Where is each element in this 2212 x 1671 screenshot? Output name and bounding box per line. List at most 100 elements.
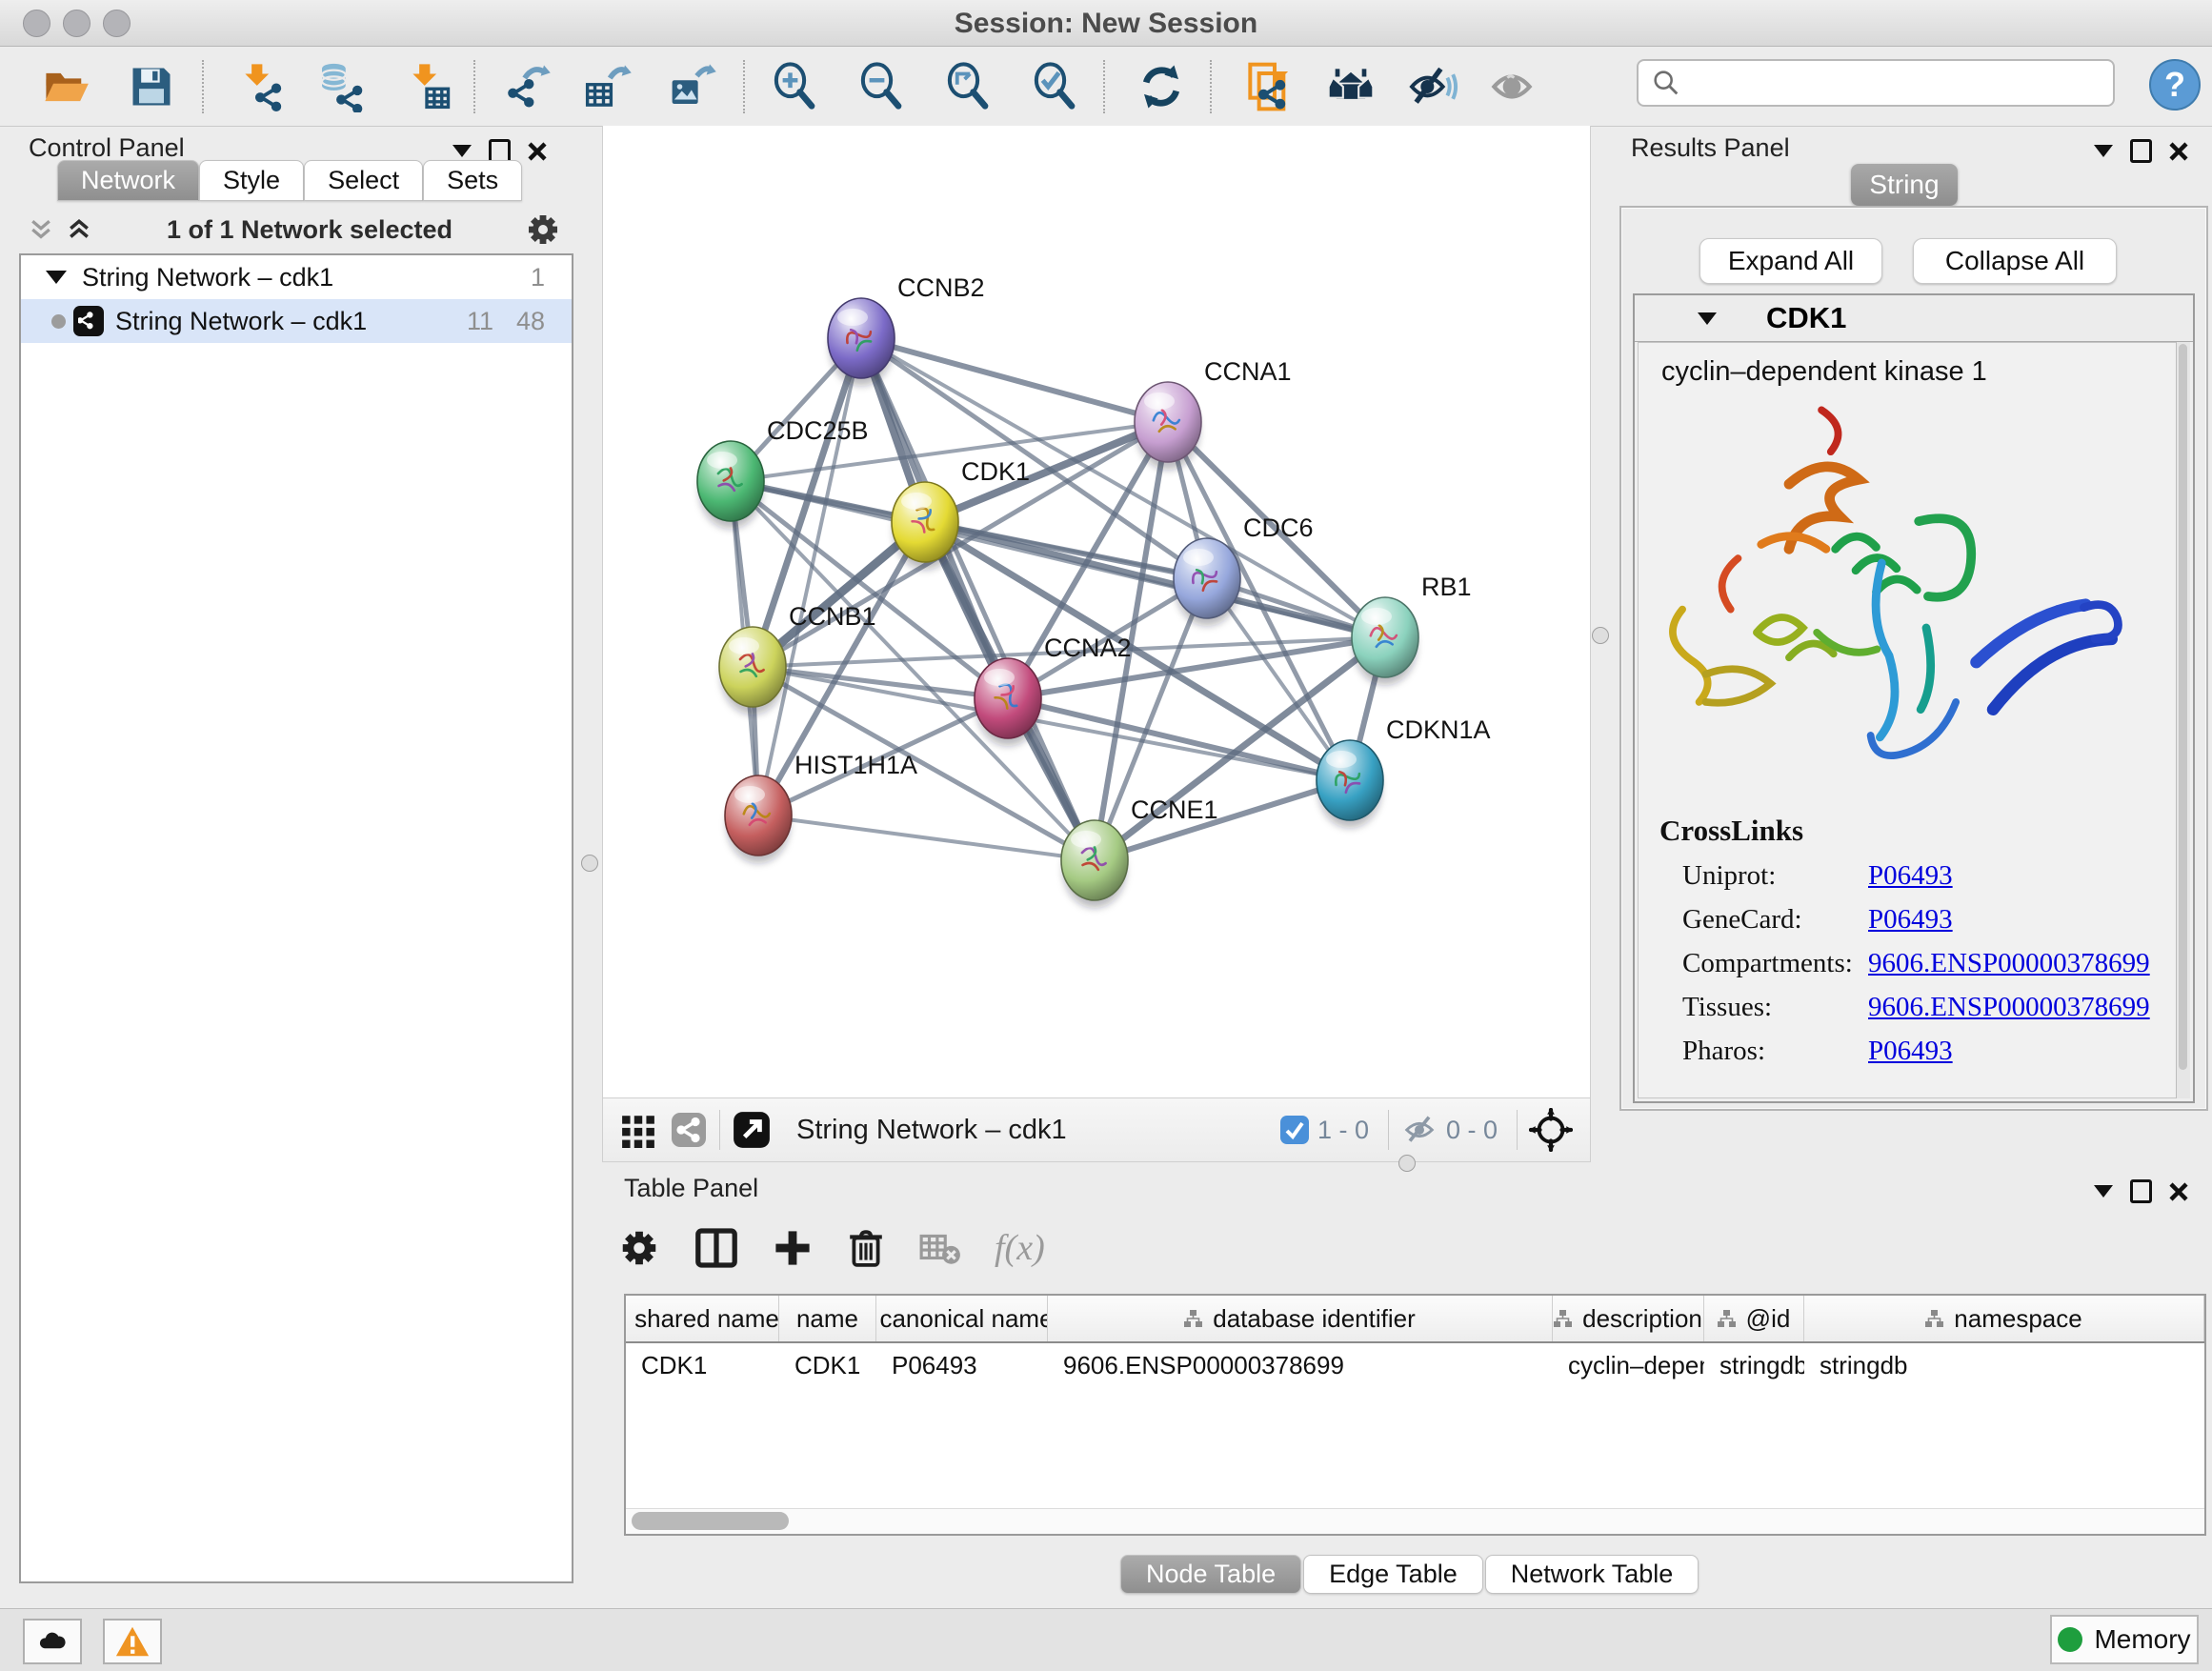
network-row[interactable]: String Network – cdk1 11 48 xyxy=(21,299,572,343)
show-hidden-button[interactable] xyxy=(1484,56,1539,117)
network-node-rb1[interactable]: RB1 xyxy=(1352,573,1472,677)
export-table-button[interactable] xyxy=(580,56,635,117)
selection-summary: 1 of 1 Network selected xyxy=(93,215,526,245)
collapse-all-button[interactable]: Collapse All xyxy=(1913,238,2117,284)
table-cell[interactable]: cyclin–dependent ... xyxy=(1553,1343,1704,1387)
network-node-cdkn1a[interactable]: CDKN1A xyxy=(1317,715,1491,820)
tab-network[interactable]: Network xyxy=(57,160,199,201)
network-node-ccna1[interactable]: CCNA1 xyxy=(1135,357,1292,462)
tree-expander-icon[interactable] xyxy=(46,271,67,284)
function-builder-icon[interactable]: f(x) xyxy=(995,1227,1045,1269)
expand-all-icon[interactable] xyxy=(65,215,93,244)
panel-menu-icon[interactable] xyxy=(2094,145,2113,157)
refresh-button[interactable] xyxy=(1134,56,1189,117)
network-edge[interactable] xyxy=(753,667,1008,698)
zoom-out-button[interactable] xyxy=(854,56,909,117)
cloud-status-button[interactable] xyxy=(23,1619,82,1664)
network-options-gear-icon[interactable] xyxy=(526,212,560,247)
selected-checkbox-icon[interactable] xyxy=(1279,1115,1310,1145)
network-edge[interactable] xyxy=(861,338,1168,422)
node-label-ccnb1: CCNB1 xyxy=(789,602,876,631)
network-view-icon[interactable] xyxy=(670,1111,708,1149)
add-icon[interactable] xyxy=(772,1227,814,1269)
table-cell[interactable]: CDK1 xyxy=(626,1343,779,1387)
tab-node-table[interactable]: Node Table xyxy=(1120,1555,1301,1594)
network-collection-row[interactable]: String Network – cdk1 1 xyxy=(21,255,572,299)
open-session-button[interactable] xyxy=(38,56,93,117)
delete-trash-icon[interactable] xyxy=(846,1228,886,1268)
detach-view-icon[interactable] xyxy=(732,1110,772,1150)
network-edge[interactable] xyxy=(758,338,861,815)
save-session-button[interactable] xyxy=(124,56,179,117)
zoom-in-button[interactable] xyxy=(767,56,822,117)
results-scrollbar[interactable] xyxy=(2176,342,2190,1098)
hidden-eye-icon[interactable] xyxy=(1400,1111,1438,1149)
network-edge[interactable] xyxy=(758,815,1095,860)
birdseye-icon[interactable] xyxy=(1529,1108,1573,1152)
grid-view-icon[interactable] xyxy=(620,1112,656,1148)
expand-all-button[interactable]: Expand All xyxy=(1699,238,1882,284)
table-cell[interactable]: P06493 xyxy=(876,1343,1048,1387)
crosslink-value-link[interactable]: P06493 xyxy=(1868,1036,1953,1067)
crosslink-value-link[interactable]: P06493 xyxy=(1868,904,1953,936)
export-image-button[interactable] xyxy=(665,56,720,117)
tab-style[interactable]: Style xyxy=(199,160,304,201)
crosslink-value-link[interactable]: 9606.ENSP00000378699 xyxy=(1868,992,2150,1023)
column-header-canonical-name[interactable]: canonical name xyxy=(876,1296,1048,1341)
search-input[interactable] xyxy=(1688,68,2113,99)
table-settings-gear-icon[interactable] xyxy=(617,1226,661,1270)
panel-close-icon[interactable] xyxy=(2169,1182,2188,1201)
column-header-name[interactable]: name xyxy=(779,1296,876,1341)
collapse-all-icon[interactable] xyxy=(27,215,55,244)
toolbar-separator xyxy=(1103,60,1105,113)
crosslink-value-link[interactable]: 9606.ENSP00000378699 xyxy=(1868,948,2150,979)
columns-icon[interactable] xyxy=(694,1225,739,1271)
houses-button[interactable] xyxy=(1323,56,1378,117)
tab-sets[interactable]: Sets xyxy=(423,160,522,201)
panel-menu-icon[interactable] xyxy=(2094,1185,2113,1198)
memory-button[interactable]: Memory xyxy=(2050,1615,2199,1664)
tab-network-table[interactable]: Network Table xyxy=(1485,1555,1699,1594)
column-header-id[interactable]: @id xyxy=(1704,1296,1804,1341)
network-canvas[interactable]: CCNB2CCNA1CDC25BCDK1CDC6RB1CCNB1CCNA2CDK… xyxy=(603,126,1590,1097)
delete-table-icon[interactable] xyxy=(918,1226,962,1270)
panel-close-icon[interactable] xyxy=(528,142,547,161)
table-cell[interactable]: stringdb:9... xyxy=(1704,1343,1804,1387)
search-field[interactable] xyxy=(1637,59,2115,107)
warnings-button[interactable] xyxy=(103,1619,162,1664)
left-splitter-grip[interactable] xyxy=(581,855,598,872)
hide-selected-button[interactable] xyxy=(1404,56,1459,117)
help-button[interactable]: ? xyxy=(2149,59,2201,111)
table-cell[interactable]: stringdb xyxy=(1804,1343,2204,1387)
import-network-file-button[interactable] xyxy=(231,56,287,117)
zoom-fit-icon xyxy=(942,61,994,112)
table-hscrollbar[interactable] xyxy=(626,1508,2204,1534)
zoom-fit-button[interactable] xyxy=(940,56,995,117)
table-cell[interactable]: 9606.ENSP00000378699 xyxy=(1048,1343,1553,1387)
table-cell[interactable]: CDK1 xyxy=(779,1343,876,1387)
column-header-description[interactable]: description xyxy=(1553,1296,1704,1341)
network-canvas-wrap[interactable]: CCNB2CCNA1CDC25BCDK1CDC6RB1CCNB1CCNA2CDK… xyxy=(602,126,1591,1097)
right-splitter-grip[interactable] xyxy=(1592,627,1609,644)
protein-section-header[interactable]: CDK1 xyxy=(1635,295,2193,342)
table-row[interactable]: CDK1CDK1P064939606.ENSP00000378699cyclin… xyxy=(626,1343,2204,1387)
crosslink-value-link[interactable]: P06493 xyxy=(1868,860,1953,892)
import-table-file-button[interactable] xyxy=(399,56,454,117)
section-collapse-icon[interactable] xyxy=(1698,312,1717,325)
column-header-shared-name[interactable]: shared name xyxy=(626,1296,779,1341)
panel-float-icon[interactable] xyxy=(2130,139,2152,163)
tab-edge-table[interactable]: Edge Table xyxy=(1303,1555,1483,1594)
tab-select[interactable]: Select xyxy=(304,160,423,201)
tab-string[interactable]: String xyxy=(1851,164,1958,206)
import-network-database-button[interactable] xyxy=(312,56,367,117)
panel-menu-icon[interactable] xyxy=(452,145,472,157)
panel-close-icon[interactable] xyxy=(2169,142,2188,161)
import-table-icon xyxy=(401,61,452,112)
column-header-namespace[interactable]: namespace xyxy=(1804,1296,2204,1341)
export-network-button[interactable] xyxy=(499,56,554,117)
horizontal-splitter-grip[interactable] xyxy=(1398,1155,1416,1172)
column-header-database-identifier[interactable]: database identifier xyxy=(1048,1296,1553,1341)
panel-float-icon[interactable] xyxy=(2130,1179,2152,1203)
duplicate-network-button[interactable] xyxy=(1240,56,1296,117)
zoom-selected-button[interactable] xyxy=(1027,56,1082,117)
